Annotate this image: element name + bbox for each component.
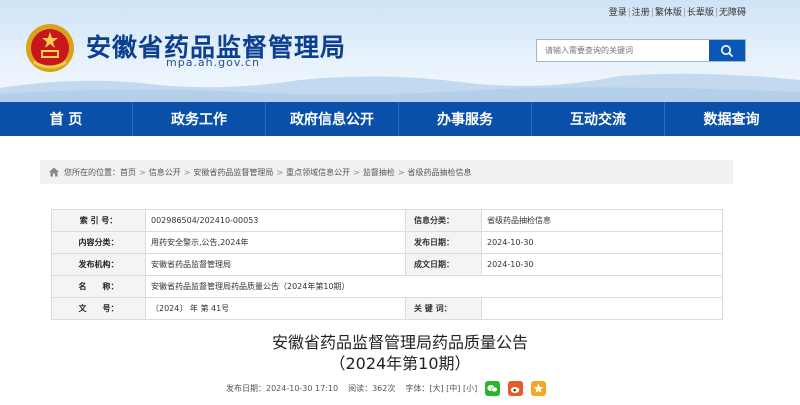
breadcrumb-separator: > — [276, 167, 284, 177]
keywords-value — [481, 297, 723, 320]
overview-label: 内容分类： — [51, 231, 146, 254]
table-row: 文 号： 〔2024〕 年 第 41号 关 键 词： — [51, 297, 723, 320]
breadcrumb-key-areas[interactable]: 重点领域信息公开 — [286, 167, 350, 178]
pubdate-label: 发布日期： — [405, 231, 482, 254]
pubdate-value: 2024-10-30 — [481, 231, 723, 254]
accessibility-link[interactable]: 无障碍 — [719, 8, 746, 18]
index-value: 002986504/202410-00053 — [145, 209, 406, 232]
breadcrumb-agency[interactable]: 安徽省药品监督管理局 — [193, 167, 273, 178]
publisher-value: 安徽省药品监督管理局 — [145, 253, 406, 276]
main-nav: 首 页 政务工作 政府信息公开 办事服务 互动交流 数据查询 — [0, 102, 800, 136]
home-icon — [49, 167, 59, 177]
search-input[interactable] — [537, 40, 709, 61]
overview-value: 用药安全警示,公告,2024年 — [145, 231, 406, 254]
nav-information-disclosure[interactable]: 政府信息公开 — [266, 102, 399, 136]
site-url: mpa.ah.gov.cn — [166, 56, 261, 69]
article-title: 安徽省药品监督管理局药品质量公告 （2024年第10期） — [0, 332, 800, 374]
breadcrumb-separator: > — [183, 167, 191, 177]
top-links: 登录|注册|繁体版|长辈版|无障碍 — [608, 8, 746, 18]
docno-value: 〔2024〕 年 第 41号 — [145, 297, 406, 320]
breadcrumb-inspection[interactable]: 监督抽检 — [363, 167, 395, 178]
breadcrumb-home[interactable]: 首页 — [120, 167, 136, 178]
publish-date: 发布日期：2024-10-30 17:10 — [226, 384, 339, 393]
docno-label: 文 号： — [51, 297, 146, 320]
index-label: 索 引 号： — [51, 209, 146, 232]
breadcrumb-provincial-inspection[interactable]: 省级药品抽检信息 — [408, 167, 472, 178]
article-title-line2: （2024年第10期） — [329, 354, 471, 373]
created-label: 成文日期： — [405, 253, 482, 276]
created-value: 2024-10-30 — [481, 253, 723, 276]
breadcrumb-separator: > — [139, 167, 146, 177]
weibo-icon[interactable] — [508, 381, 524, 396]
traditional-link[interactable]: 繁体版 — [655, 8, 682, 18]
category-label: 信息分类： — [405, 209, 482, 232]
breadcrumb-separator: > — [397, 167, 405, 177]
name-label: 名 称： — [51, 275, 146, 298]
search-box — [536, 39, 746, 62]
register-link[interactable]: 注册 — [632, 8, 650, 18]
table-row: 名 称： 安徽省药品监督管理局药品质量公告（2024年第10期） — [51, 275, 723, 298]
table-row: 索 引 号： 002986504/202410-00053 信息分类： 省级药品… — [51, 209, 723, 232]
publish-info-bar: 发布日期：2024-10-30 17:10 阅读：362次 字体：[大] [中]… — [226, 381, 547, 396]
breadcrumb-separator: > — [353, 167, 360, 177]
favorite-star-icon[interactable] — [531, 381, 547, 396]
nav-home[interactable]: 首 页 — [0, 102, 133, 136]
font-size-controls[interactable]: 字体：[大] [中] [小] — [405, 383, 477, 394]
name-value: 安徽省药品监督管理局药品质量公告（2024年第10期） — [145, 275, 723, 298]
mountain-background — [0, 73, 800, 102]
article-title-line1: 安徽省药品监督管理局药品质量公告 — [271, 333, 528, 352]
keywords-label: 关 键 词： — [405, 297, 482, 320]
search-button[interactable] — [709, 40, 745, 61]
login-link[interactable]: 登录 — [609, 8, 627, 18]
document-metadata-table: 索 引 号： 002986504/202410-00053 信息分类： 省级药品… — [51, 209, 723, 320]
magnifier-icon — [721, 44, 734, 57]
breadcrumb-info-disclosure[interactable]: 信息公开 — [149, 167, 181, 178]
view-count: 阅读：362次 — [348, 384, 396, 393]
table-row: 内容分类： 用药安全警示,公告,2024年 发布日期： 2024-10-30 — [51, 231, 723, 254]
breadcrumb: 您所在的位置： 首页 > 信息公开 > 安徽省药品监督管理局 > 重点领域信息公… — [40, 160, 733, 184]
nav-services[interactable]: 办事服务 — [399, 102, 532, 136]
nav-interaction[interactable]: 互动交流 — [532, 102, 665, 136]
site-header: 登录|注册|繁体版|长辈版|无障碍 安徽省药品监督管理局 mpa.ah.gov.… — [0, 0, 800, 102]
table-row: 发布机构： 安徽省药品监督管理局 成文日期： 2024-10-30 — [51, 253, 723, 276]
breadcrumb-prefix: 您所在的位置： — [64, 167, 120, 177]
nav-government-work[interactable]: 政务工作 — [133, 102, 266, 136]
national-emblem-icon — [26, 24, 74, 72]
wechat-icon[interactable] — [485, 381, 501, 396]
elder-mode-link[interactable]: 长辈版 — [687, 8, 714, 18]
publisher-label: 发布机构： — [51, 253, 146, 276]
nav-data-query[interactable]: 数据查询 — [665, 102, 798, 136]
category-value: 省级药品抽检信息 — [481, 209, 723, 232]
